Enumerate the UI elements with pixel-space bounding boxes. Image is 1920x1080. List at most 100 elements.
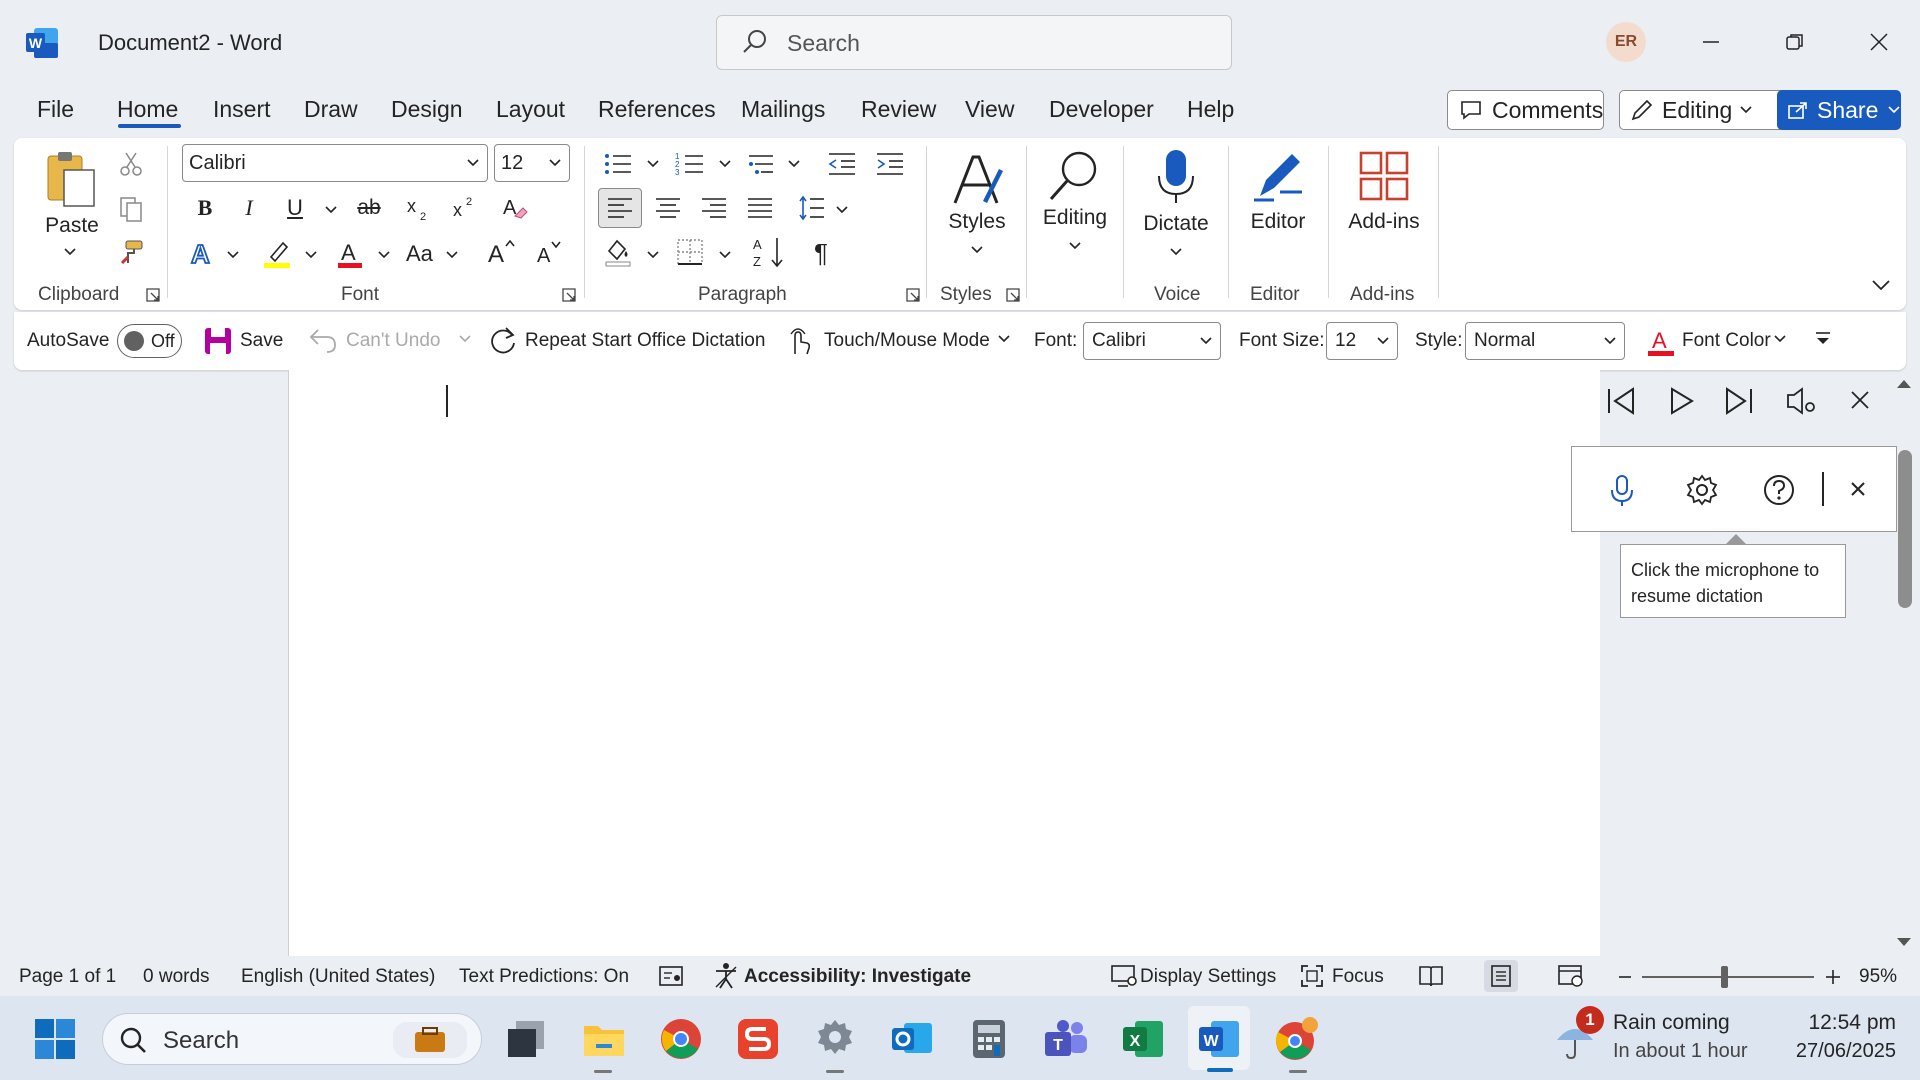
weather-subtitle[interactable]: In about 1 hour bbox=[1613, 1040, 1748, 1063]
tab-layout[interactable]: Layout bbox=[496, 96, 565, 123]
format-painter-icon[interactable] bbox=[117, 238, 145, 266]
editor-icon[interactable] bbox=[1250, 148, 1306, 204]
rewind-icon[interactable] bbox=[1605, 385, 1637, 417]
word-taskbar-icon[interactable]: W bbox=[1196, 1016, 1242, 1062]
gear-icon[interactable] bbox=[1686, 474, 1718, 506]
tab-developer[interactable]: Developer bbox=[1049, 96, 1154, 123]
web-layout-icon[interactable] bbox=[1557, 964, 1585, 988]
justify-icon[interactable] bbox=[744, 192, 776, 224]
shrink-font-icon[interactable]: A bbox=[532, 236, 564, 268]
tab-references[interactable]: References bbox=[598, 96, 716, 123]
print-layout-icon[interactable] bbox=[1484, 960, 1518, 992]
text-predictions-status[interactable]: Text Predictions: On bbox=[459, 966, 629, 988]
find-icon[interactable] bbox=[1046, 148, 1102, 204]
bold-icon[interactable]: B bbox=[190, 193, 220, 223]
play-icon[interactable] bbox=[1666, 385, 1696, 417]
share-button[interactable]: Share bbox=[1777, 90, 1901, 130]
task-view-icon[interactable] bbox=[504, 1016, 550, 1062]
align-left-icon[interactable] bbox=[598, 188, 642, 228]
strikethrough-icon[interactable]: ab bbox=[354, 193, 384, 223]
chevron-down-icon[interactable] bbox=[647, 160, 659, 168]
calculator-icon[interactable] bbox=[966, 1016, 1012, 1062]
windows-start-icon[interactable] bbox=[32, 1016, 78, 1062]
clock-date[interactable]: 27/06/2025 bbox=[1752, 1040, 1896, 1063]
qat-style-dropdown[interactable]: Normal bbox=[1465, 322, 1625, 360]
tab-draw[interactable]: Draw bbox=[304, 96, 358, 123]
close-icon[interactable] bbox=[1849, 480, 1867, 498]
chrome-icon[interactable] bbox=[658, 1016, 704, 1062]
subscript-icon[interactable]: x2 bbox=[404, 193, 434, 223]
chevron-down-icon[interactable] bbox=[1069, 242, 1081, 250]
clear-formatting-icon[interactable]: A bbox=[500, 193, 530, 223]
show-formatting-marks-icon[interactable]: ¶ bbox=[806, 238, 836, 268]
tab-file[interactable]: File bbox=[37, 96, 74, 123]
tab-home[interactable]: Home bbox=[117, 96, 178, 123]
macro-recording-icon[interactable] bbox=[658, 964, 684, 988]
chevron-down-icon[interactable] bbox=[719, 251, 731, 259]
dialog-launcher-icon[interactable] bbox=[906, 288, 920, 302]
tab-review[interactable]: Review bbox=[861, 96, 936, 123]
qat-font-dropdown[interactable]: Calibri bbox=[1083, 322, 1221, 360]
accessibility-status[interactable]: Accessibility: Investigate bbox=[744, 966, 971, 988]
zoom-slider-thumb[interactable] bbox=[1721, 966, 1728, 988]
align-right-icon[interactable] bbox=[698, 192, 730, 224]
decrease-indent-icon[interactable] bbox=[826, 148, 858, 180]
dialog-launcher-icon[interactable] bbox=[562, 288, 576, 302]
chevron-down-icon[interactable] bbox=[1774, 335, 1786, 343]
highlight-icon[interactable] bbox=[260, 236, 294, 270]
tab-mailings[interactable]: Mailings bbox=[741, 96, 825, 123]
chevron-down-icon[interactable] bbox=[378, 251, 390, 259]
copy-icon[interactable] bbox=[117, 195, 145, 223]
accessibility-icon[interactable] bbox=[713, 962, 739, 990]
superscript-icon[interactable]: x2 bbox=[450, 193, 480, 223]
help-icon[interactable] bbox=[1763, 474, 1795, 506]
zoom-out-icon[interactable] bbox=[1618, 975, 1632, 979]
change-case-icon[interactable]: Aa bbox=[406, 241, 433, 267]
add-ins-icon[interactable] bbox=[1356, 148, 1412, 204]
voice-settings-icon[interactable] bbox=[1786, 385, 1818, 417]
chevron-down-icon[interactable] bbox=[305, 251, 317, 259]
tab-view[interactable]: View bbox=[965, 96, 1014, 123]
microphone-icon[interactable] bbox=[1609, 474, 1635, 508]
styles-icon[interactable] bbox=[949, 150, 1005, 208]
customize-toolbar-icon[interactable] bbox=[1814, 330, 1832, 348]
multilevel-list-icon[interactable] bbox=[746, 148, 778, 180]
zoom-in-icon[interactable] bbox=[1825, 969, 1841, 985]
chevron-down-icon[interactable] bbox=[998, 335, 1010, 343]
settings-gear-icon[interactable] bbox=[812, 1016, 858, 1062]
bullets-icon[interactable] bbox=[602, 148, 634, 180]
font-name-dropdown[interactable]: Calibri bbox=[182, 144, 488, 182]
scroll-up-arrow-icon[interactable] bbox=[1895, 378, 1913, 390]
editing-mode-button[interactable]: Editing bbox=[1619, 90, 1796, 130]
dialog-launcher-icon[interactable] bbox=[1006, 288, 1020, 302]
clock-time[interactable]: 12:54 pm bbox=[1792, 1011, 1896, 1035]
word-count[interactable]: 0 words bbox=[143, 966, 210, 988]
minimize-button[interactable] bbox=[1688, 20, 1734, 64]
zoom-slider-track[interactable] bbox=[1642, 976, 1814, 978]
grow-font-icon[interactable]: A bbox=[485, 236, 517, 268]
focus-label[interactable]: Focus bbox=[1332, 966, 1384, 988]
cut-icon[interactable] bbox=[117, 150, 145, 178]
search-box[interactable]: Search bbox=[716, 15, 1232, 70]
chevron-down-icon[interactable] bbox=[836, 206, 848, 214]
touch-mode-icon[interactable] bbox=[786, 326, 812, 356]
zoom-level[interactable]: 95% bbox=[1859, 966, 1897, 988]
chevron-down-icon[interactable] bbox=[227, 251, 239, 259]
display-settings-label[interactable]: Display Settings bbox=[1140, 966, 1276, 988]
tab-design[interactable]: Design bbox=[391, 96, 463, 123]
font-color-icon[interactable]: A bbox=[1646, 326, 1676, 358]
numbering-icon[interactable]: 123 bbox=[674, 148, 706, 180]
qat-font-color-label[interactable]: Font Color bbox=[1682, 330, 1771, 352]
file-explorer-icon[interactable] bbox=[581, 1016, 627, 1062]
align-center-icon[interactable] bbox=[652, 192, 684, 224]
display-settings-icon[interactable] bbox=[1110, 964, 1138, 988]
chevron-down-icon[interactable] bbox=[647, 251, 659, 259]
focus-icon[interactable] bbox=[1300, 964, 1324, 988]
scroll-down-arrow-icon[interactable] bbox=[1895, 936, 1913, 948]
font-color-icon[interactable]: A bbox=[333, 236, 367, 270]
read-mode-icon[interactable] bbox=[1418, 964, 1444, 988]
repeat-label[interactable]: Repeat Start Office Dictation bbox=[525, 330, 765, 352]
scrollbar-thumb[interactable] bbox=[1898, 450, 1912, 608]
dialog-launcher-icon[interactable] bbox=[146, 288, 160, 302]
chevron-down-icon[interactable] bbox=[325, 206, 337, 214]
